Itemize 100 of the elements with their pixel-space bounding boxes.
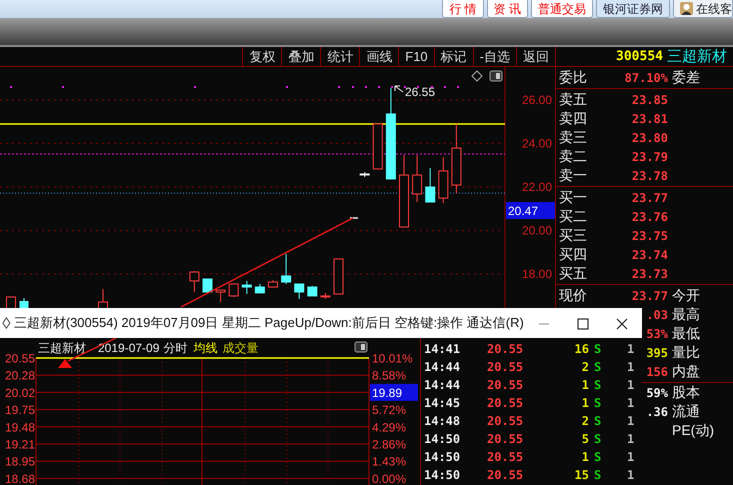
axis-label: 26.00: [522, 93, 552, 108]
quote-label: 今开: [671, 286, 700, 305]
quote-value: 156: [646, 365, 668, 379]
quote-label: 内盘: [671, 362, 700, 381]
quote-label: 流通: [671, 402, 700, 421]
trade-price: 20.55: [487, 467, 524, 484]
trade-price: 20.55: [487, 359, 524, 376]
candle: [242, 280, 252, 294]
quote-label: 最低: [671, 324, 700, 343]
axis-label: 20.02: [4, 386, 35, 400]
trade-side: S: [593, 359, 602, 376]
candle: [372, 123, 383, 170]
trade-count: 1: [627, 395, 634, 412]
trade-time: 14:44: [423, 359, 462, 376]
axis-label: 18.95: [4, 454, 35, 469]
candle: [412, 154, 422, 203]
high-price-label: 26.55: [405, 85, 436, 99]
axis-label: 20.28: [4, 368, 35, 383]
quote-label: 买二: [558, 207, 588, 226]
candle: [202, 278, 212, 293]
top-menu-button[interactable]: 资 讯: [486, 0, 528, 18]
trade-side: S: [593, 413, 602, 430]
quote-value: 23.77: [632, 191, 668, 205]
toolbar-button[interactable]: 统计: [320, 47, 360, 66]
quote-value: 23.78: [632, 169, 668, 183]
quote-value: 53%: [646, 327, 668, 341]
current-price-tag: 19.89: [370, 384, 418, 401]
trade-volume: 1: [580, 449, 589, 466]
axis-label: 5.72%: [372, 403, 406, 418]
axis-label: 4.29%: [372, 420, 406, 434]
quote-label: 买五: [558, 264, 588, 283]
axis-label: 24.00: [522, 136, 552, 151]
top-menu-button[interactable]: 银河证券网: [596, 0, 670, 18]
axis-label: 10.01%: [372, 352, 413, 366]
candle: [307, 285, 318, 296]
trade-time: 14:41: [423, 341, 462, 358]
axis-label: 19.21: [4, 438, 35, 452]
panel-toggle-icon: [490, 70, 502, 82]
quote-label: 委差: [671, 68, 700, 87]
quote-value: 23.75: [632, 229, 668, 243]
chart-date: 2019-07-09: [98, 341, 160, 355]
triangle-marker-icon: [58, 359, 72, 368]
legend-label: 成交量: [222, 341, 258, 355]
trade-count: 1: [627, 377, 634, 394]
quote-label: 量比: [671, 343, 700, 362]
trade-side: S: [593, 467, 602, 484]
quote-value: 23.81: [632, 112, 668, 126]
candle: [228, 283, 239, 298]
top-menu-button[interactable]: 在线客: [673, 0, 733, 18]
trade-count: 1: [627, 359, 634, 376]
toolbar-button[interactable]: 标记: [434, 47, 473, 66]
candle: [451, 123, 462, 194]
trade-price: 20.55: [487, 413, 524, 430]
quote-value: 87.10%: [624, 71, 668, 85]
trade-side: S: [593, 431, 602, 448]
axis-label: 2.86%: [372, 438, 406, 452]
trade-side: S: [593, 377, 602, 394]
toolbar-button[interactable]: 复权: [242, 47, 282, 66]
quote-label: 卖四: [558, 109, 588, 128]
trade-time: 14:50: [423, 449, 462, 466]
quote-value: 23.74: [632, 248, 668, 262]
candle: [294, 283, 304, 300]
quote-value: 23.73: [632, 267, 668, 281]
axis-label: 20.00: [522, 224, 552, 238]
quote-label: 最高: [671, 305, 700, 324]
trade-side: S: [593, 449, 602, 466]
trade-volume: 1: [580, 377, 589, 394]
window-title: 三超新材(300554) 2019年07月09日 星期二 PageUp/Down:前后日 空格键:操作 通达信(R): [12, 314, 524, 332]
quote-label: 卖五: [558, 90, 588, 109]
toolbar-button[interactable]: 叠加: [281, 47, 320, 66]
axis-label: 20.55: [4, 352, 35, 366]
price-mark-line: [350, 217, 358, 219]
candle: [425, 168, 436, 203]
toolbar-button[interactable]: 返回: [516, 47, 555, 66]
top-menu-button[interactable]: 普通交易: [531, 0, 593, 18]
trade-time: 14:50: [423, 431, 462, 448]
toolbar-button[interactable]: -自选: [472, 47, 516, 66]
trade-volume: 15: [574, 467, 589, 484]
quote-label: 卖三: [558, 128, 588, 147]
trade-count: 1: [627, 467, 634, 484]
trade-count: 1: [627, 431, 634, 448]
axis-label: 19.75: [4, 403, 35, 418]
candle: [268, 280, 278, 288]
quote-value: 23.85: [632, 93, 668, 107]
trade-time: 14:48: [423, 413, 462, 430]
trade-count: 1: [627, 413, 634, 430]
trade-time: 14:50: [423, 467, 462, 484]
person-icon: [680, 2, 693, 14]
trade-price: 20.55: [487, 431, 524, 448]
toolbar-button[interactable]: 画线: [359, 47, 398, 66]
quote-label: 股本: [671, 383, 700, 402]
toolbar-button[interactable]: F10: [398, 47, 434, 66]
stock-name: 三超新材: [38, 341, 86, 355]
trade-volume: 2: [580, 413, 589, 430]
top-menu-button[interactable]: 行 情: [442, 0, 484, 18]
trade-volume: 5: [580, 431, 589, 448]
chart-mode: 分时: [163, 341, 188, 355]
trade-price: 20.55: [487, 377, 524, 394]
axis-label: 0.00%: [372, 472, 406, 485]
trade-volume: 2: [580, 359, 589, 376]
